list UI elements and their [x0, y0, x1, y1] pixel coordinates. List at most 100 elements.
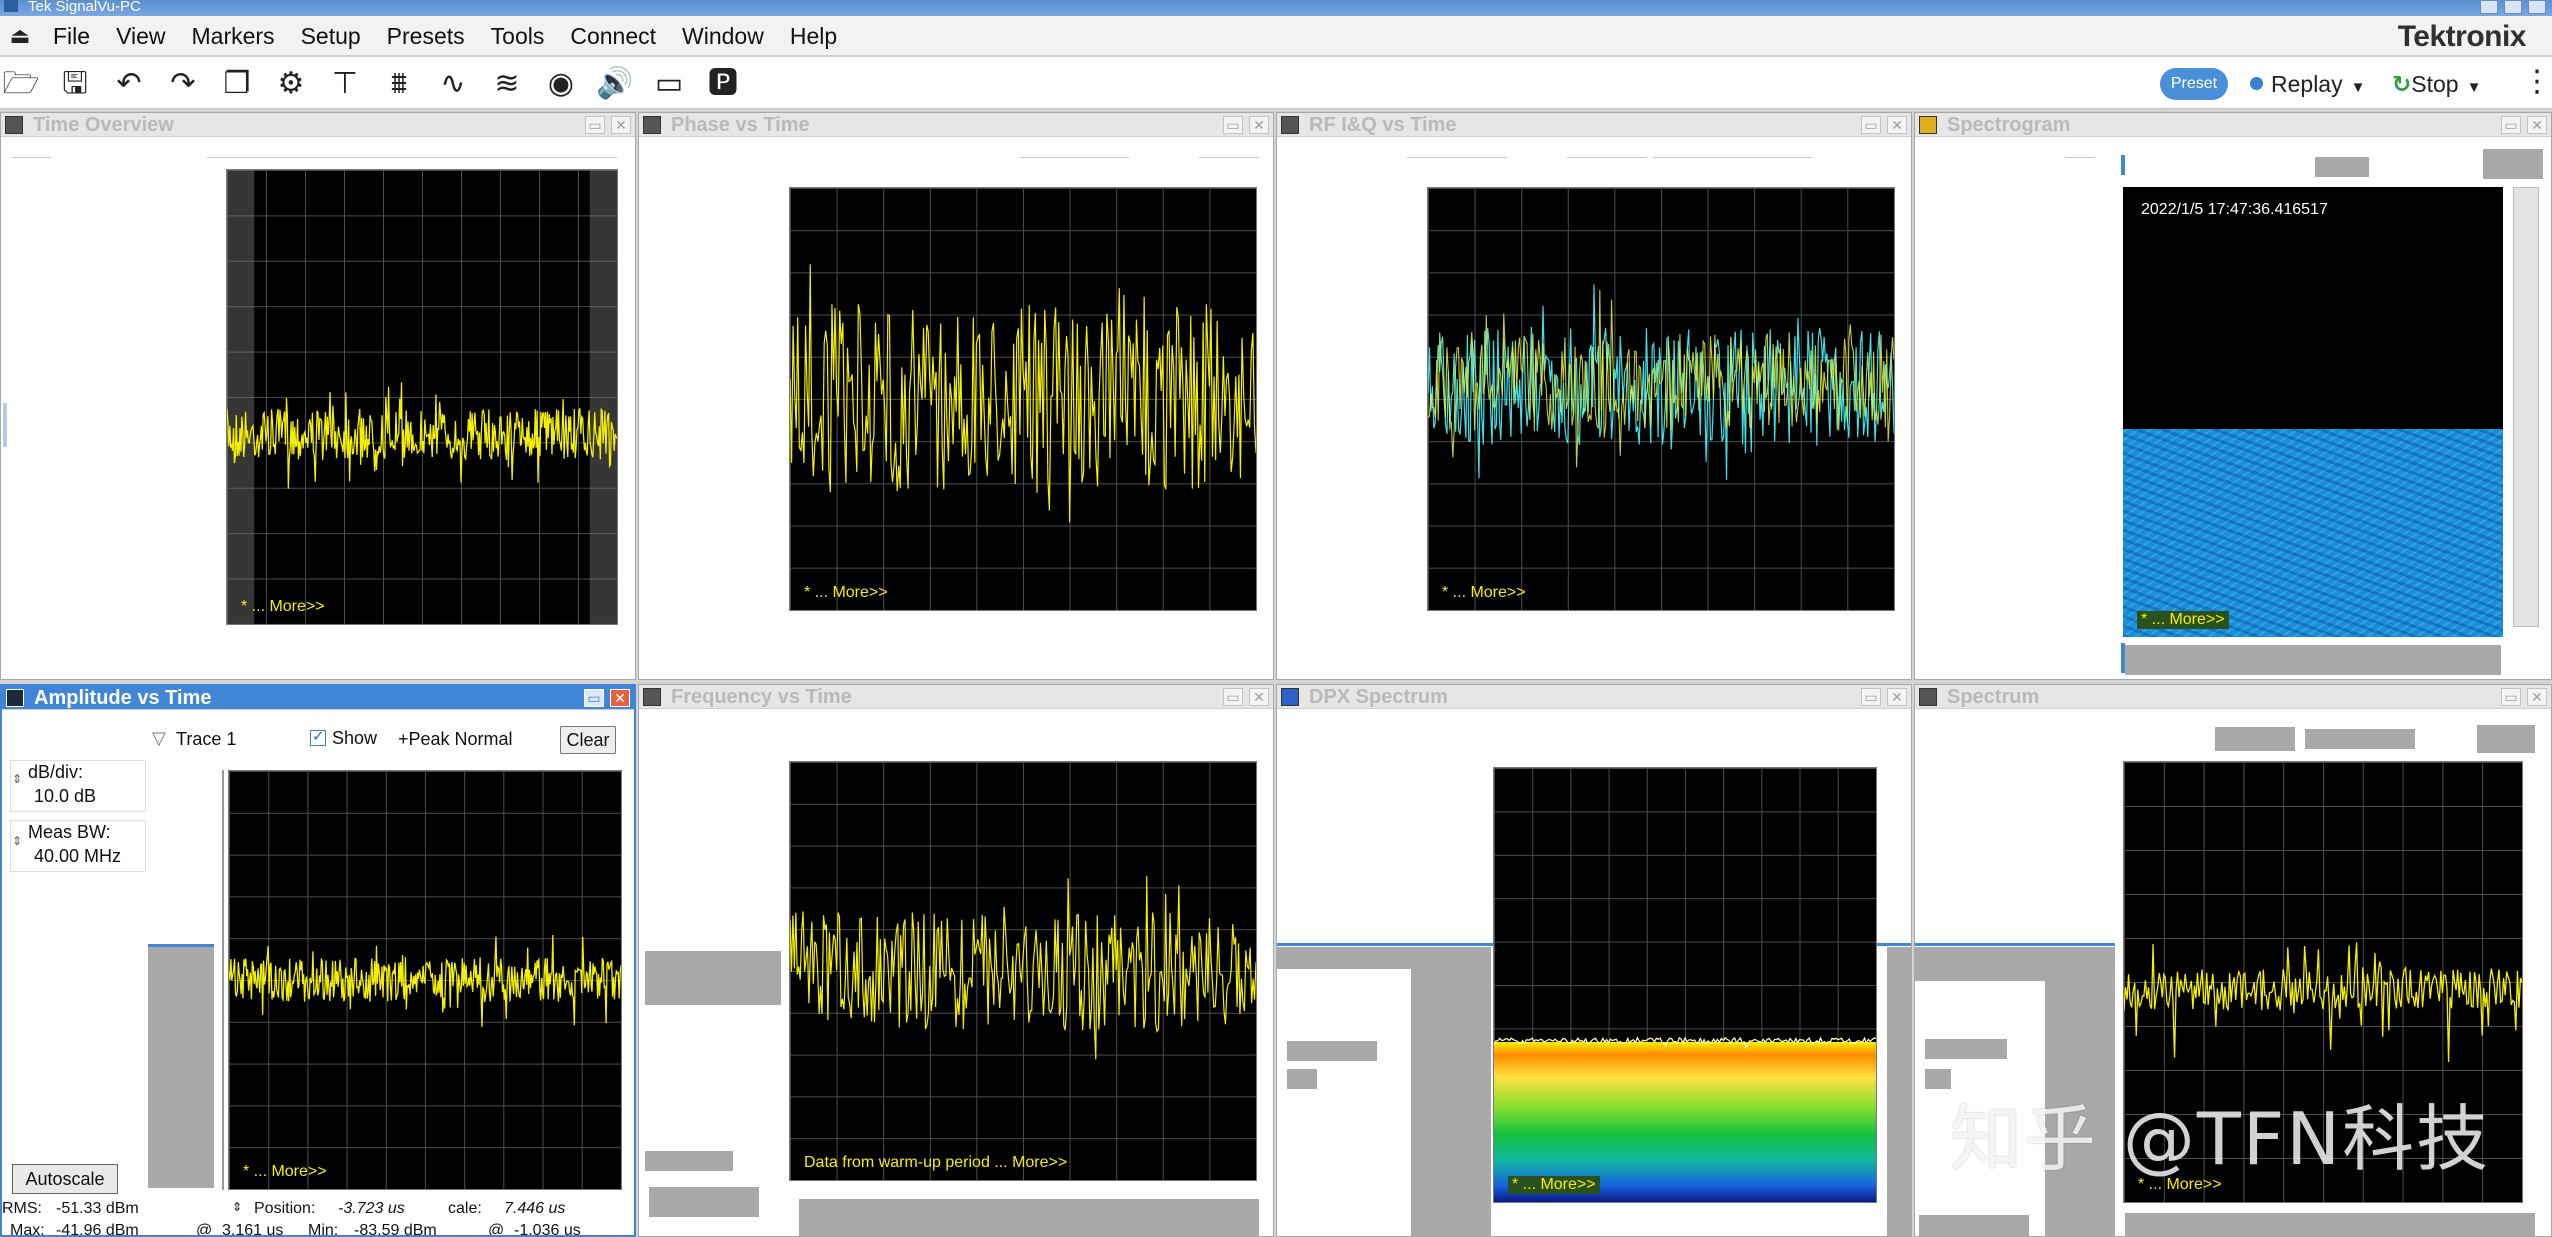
- more-options-icon[interactable]: ⋮: [2522, 65, 2552, 99]
- close-icon[interactable]: ✕: [1249, 116, 1269, 134]
- menu-bar: ⏏ File View Markers Setup Presets Tools …: [0, 16, 2552, 56]
- amplitude-plot[interactable]: * ... More>>: [228, 770, 622, 1190]
- readout-block: [1277, 947, 1411, 969]
- plugin-icon[interactable]: 🅿: [704, 67, 742, 101]
- frequency-trace: [790, 875, 1256, 1060]
- restore-icon[interactable]: ▭: [1223, 688, 1243, 706]
- menu-connect[interactable]: Connect: [557, 16, 669, 56]
- side-panel-accent: [148, 944, 214, 947]
- readout-block: [1919, 1215, 2029, 1236]
- stop-button[interactable]: ↻Stop ▼: [2392, 67, 2481, 101]
- close-icon[interactable]: ✕: [1887, 116, 1907, 134]
- menu-tools[interactable]: Tools: [478, 16, 558, 56]
- phase-vs-time-panel: Phase vs Time ▭ ✕ * ... More>>: [638, 112, 1274, 680]
- trace-selector[interactable]: Trace 1: [176, 729, 236, 750]
- chevron-down-icon[interactable]: ▼: [2351, 79, 2366, 96]
- preset-button[interactable]: Preset: [2160, 68, 2228, 100]
- readout-line: [1653, 157, 1813, 158]
- more-link[interactable]: Data from warm-up period ... More>>: [804, 1154, 1067, 1172]
- replay-button[interactable]: Replay ▼: [2250, 67, 2365, 101]
- amplitude-vs-time-panel: Amplitude vs Time ▭ ✕ ▽ Trace 1 Show +Peak…: [0, 684, 636, 1237]
- spin-icon[interactable]: ⇕: [232, 1200, 242, 1214]
- checkbox-icon[interactable]: [310, 727, 326, 746]
- restore-icon[interactable]: ▭: [2501, 688, 2521, 706]
- frequency-vs-time-plot[interactable]: Data from warm-up period ... More>>: [789, 761, 1257, 1181]
- analysis-icon[interactable]: ∿: [434, 67, 472, 101]
- maximize-button[interactable]: [2504, 0, 2522, 14]
- y-axis-ticks: [222, 770, 224, 1190]
- close-icon[interactable]: ✕: [611, 116, 631, 134]
- settings-gear-icon[interactable]: ⚙: [272, 67, 310, 101]
- more-link[interactable]: * ... More>>: [1442, 584, 1526, 602]
- restore-icon[interactable]: ▭: [1861, 688, 1881, 706]
- max-at-value: 3.161 us: [222, 1222, 284, 1237]
- scale-value[interactable]: 7.446 us: [504, 1200, 565, 1217]
- undo-icon[interactable]: ↶: [110, 67, 148, 101]
- menu-window[interactable]: Window: [669, 16, 777, 56]
- audio-icon[interactable]: 🔊: [596, 67, 634, 101]
- minimize-button[interactable]: [2480, 0, 2498, 14]
- restore-icon[interactable]: ▭: [584, 689, 604, 707]
- meas-bw-value[interactable]: 40.00 MHz: [34, 846, 121, 867]
- save-icon[interactable]: 🖫: [56, 67, 94, 101]
- marker-indicator: [2121, 155, 2125, 175]
- more-link[interactable]: * ... More>>: [2137, 611, 2229, 629]
- frequency-vs-time-panel: Frequency vs Time ▭ ✕ Data from warm-up pe…: [638, 684, 1274, 1237]
- readout-line: [2065, 157, 2095, 158]
- rf-iq-plot[interactable]: * ... More>>: [1427, 187, 1895, 611]
- menu-view[interactable]: View: [103, 16, 178, 56]
- clear-button[interactable]: Clear: [560, 726, 616, 754]
- menu-file[interactable]: File: [40, 16, 103, 56]
- show-label: Show: [332, 728, 378, 748]
- open-folder-icon[interactable]: 🗁: [2, 67, 40, 101]
- restore-icon[interactable]: ▭: [1861, 116, 1881, 134]
- more-link[interactable]: * ... More>>: [804, 584, 888, 602]
- restore-icon[interactable]: ▭: [2501, 116, 2521, 134]
- more-link[interactable]: * ... More>>: [243, 1163, 327, 1181]
- trigger-icon[interactable]: ⊤: [326, 67, 364, 101]
- position-label: Position:: [254, 1200, 316, 1217]
- eject-icon[interactable]: ⏏: [0, 16, 40, 56]
- spectrogram-scrollbar[interactable]: [2513, 187, 2539, 627]
- position-value[interactable]: -3.723 us: [338, 1200, 405, 1217]
- show-checkbox[interactable]: Show: [310, 727, 378, 749]
- autoscale-button[interactable]: Autoscale: [12, 1164, 118, 1194]
- side-panel-block: [148, 946, 214, 1188]
- chevron-down-icon[interactable]: ▼: [2467, 79, 2482, 96]
- acquire-icon[interactable]: ⩩: [380, 67, 418, 101]
- time-icon[interactable]: ≋: [488, 67, 526, 101]
- time-scroll-bar[interactable]: [2125, 645, 2501, 675]
- menu-markers[interactable]: Markers: [179, 16, 288, 56]
- close-icon[interactable]: ✕: [610, 689, 630, 707]
- menu-presets[interactable]: Presets: [374, 16, 478, 56]
- dpx-display[interactable]: * ... More>>: [1493, 767, 1877, 1203]
- detection-mode[interactable]: +Peak Normal: [398, 729, 513, 750]
- close-window-button[interactable]: [2528, 0, 2546, 14]
- restore-icon[interactable]: ▭: [585, 116, 605, 134]
- phase-vs-time-plot[interactable]: * ... More>>: [789, 187, 1257, 611]
- close-icon[interactable]: ✕: [2527, 116, 2547, 134]
- spin-icon[interactable]: ⇕: [12, 834, 22, 848]
- chevron-down-icon[interactable]: ▽: [152, 728, 166, 749]
- more-link[interactable]: * ... More>>: [241, 598, 325, 616]
- restore-icon[interactable]: ▭: [1223, 116, 1243, 134]
- panel-icon: [6, 689, 24, 707]
- readout-line: [1407, 157, 1507, 158]
- meas-bw-label: Meas BW:: [28, 822, 111, 842]
- close-icon[interactable]: ✕: [1249, 688, 1269, 706]
- spectrogram-display[interactable]: 2022/1/5 17:47:36.416517 * ... More>>: [2123, 187, 2503, 637]
- spin-icon[interactable]: ⇕: [12, 772, 22, 786]
- menu-help[interactable]: Help: [777, 16, 850, 56]
- time-overview-plot[interactable]: * ... More>>: [226, 169, 618, 625]
- readout-line: [1567, 157, 1647, 158]
- spectrogram-timestamp: 2022/1/5 17:47:36.416517: [2141, 201, 2328, 218]
- close-icon[interactable]: ✕: [2527, 688, 2547, 706]
- db-div-value[interactable]: 10.0 dB: [34, 786, 96, 807]
- close-icon[interactable]: ✕: [1887, 688, 1907, 706]
- redo-icon[interactable]: ↷: [164, 67, 202, 101]
- recall-icon[interactable]: ◉: [542, 67, 580, 101]
- windows-icon[interactable]: ❐: [218, 67, 256, 101]
- more-link[interactable]: * ... More>>: [1508, 1176, 1600, 1194]
- camera-icon[interactable]: ▭: [650, 67, 688, 101]
- menu-setup[interactable]: Setup: [288, 16, 374, 56]
